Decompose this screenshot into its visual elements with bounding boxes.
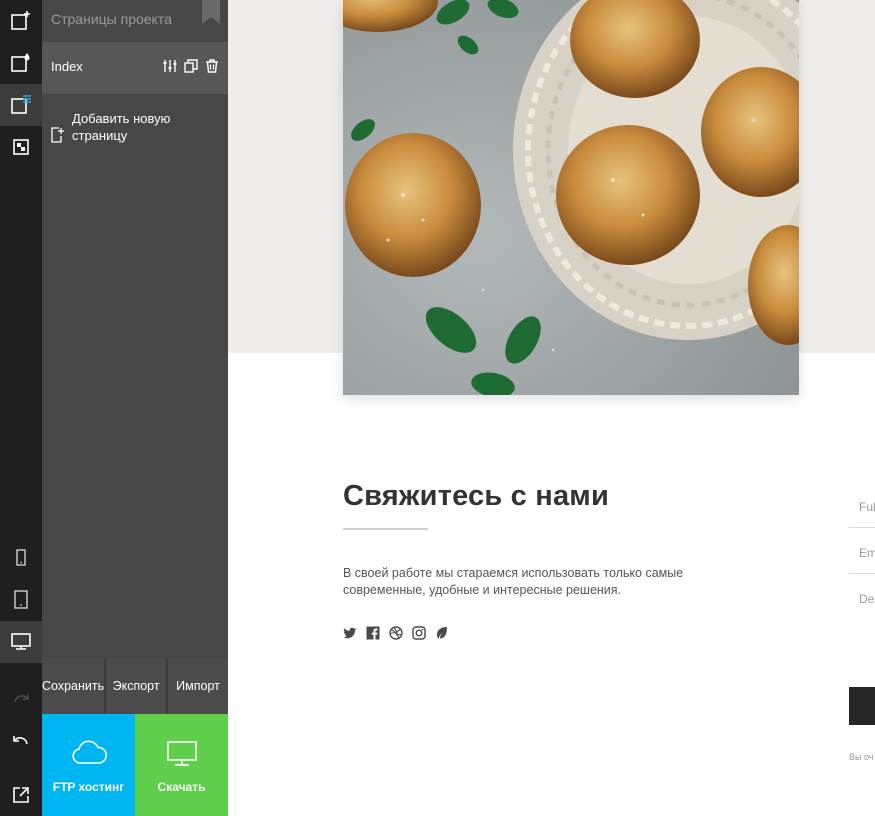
export-button[interactable]: Экспорт xyxy=(106,658,167,714)
submit-button[interactable] xyxy=(849,687,875,725)
download-label: Скачать xyxy=(157,780,206,794)
page-settings-icon[interactable] xyxy=(163,59,177,73)
redo-icon[interactable] xyxy=(0,677,42,719)
preview-icon[interactable] xyxy=(0,774,42,816)
undo-icon[interactable] xyxy=(0,719,42,761)
cloud-icon xyxy=(71,740,107,764)
import-button[interactable]: Импорт xyxy=(168,658,228,714)
pages-panel: Страницы проекта Index Добавить новую ст… xyxy=(42,0,228,658)
twitter-icon[interactable] xyxy=(343,626,357,640)
contact-text: В своей работе мы стараемся использовать… xyxy=(343,566,684,597)
instagram-icon[interactable] xyxy=(412,626,426,640)
mobile-icon[interactable] xyxy=(0,537,42,579)
add-block-icon[interactable] xyxy=(0,0,42,42)
action-bar: Сохранить Экспорт Импорт xyxy=(42,658,228,714)
title-divider xyxy=(343,528,428,530)
ftp-hosting-button[interactable]: FTP хостинг xyxy=(42,714,135,816)
form-note: Вы оч xyxy=(849,752,874,762)
add-page-icon xyxy=(51,127,64,143)
facebook-icon[interactable] xyxy=(366,626,380,640)
description-placeholder: De xyxy=(859,592,875,606)
email-field[interactable]: Em xyxy=(849,528,875,574)
save-button[interactable]: Сохранить xyxy=(42,658,105,714)
pages-icon[interactable] xyxy=(0,84,42,126)
preview-canvas: Свяжитесь с нами В своей работе мы стара… xyxy=(228,0,875,816)
full-name-placeholder: Ful xyxy=(859,500,875,514)
add-page-label: Добавить новую страницу xyxy=(72,111,171,143)
add-page-button[interactable]: Добавить новую страницу xyxy=(51,110,221,150)
add-style-icon[interactable] xyxy=(0,42,42,84)
description-field[interactable]: De xyxy=(849,574,875,620)
delete-page-icon[interactable] xyxy=(205,59,219,73)
panel-title: Страницы проекта xyxy=(51,11,172,27)
desktop-icon[interactable] xyxy=(0,621,42,663)
page-name: Index xyxy=(51,59,83,74)
social-links xyxy=(343,626,449,640)
monitor-icon xyxy=(166,741,197,766)
bookmark-icon[interactable] xyxy=(202,0,220,24)
full-name-field[interactable]: Ful xyxy=(849,482,875,528)
copy-page-icon[interactable] xyxy=(184,59,198,73)
dribbble-icon[interactable] xyxy=(389,626,403,640)
icon-rail xyxy=(0,0,42,816)
contact-title: Свяжитесь с нами xyxy=(343,480,609,512)
leaf-icon[interactable] xyxy=(435,626,449,640)
media-icon[interactable] xyxy=(0,126,42,168)
food-photo xyxy=(343,0,799,395)
page-item-index[interactable]: Index xyxy=(42,42,228,94)
download-button[interactable]: Скачать xyxy=(135,714,228,816)
ftp-hosting-label: FTP хостинг xyxy=(52,780,125,794)
tablet-icon[interactable] xyxy=(0,579,42,621)
email-placeholder: Em xyxy=(859,546,875,560)
